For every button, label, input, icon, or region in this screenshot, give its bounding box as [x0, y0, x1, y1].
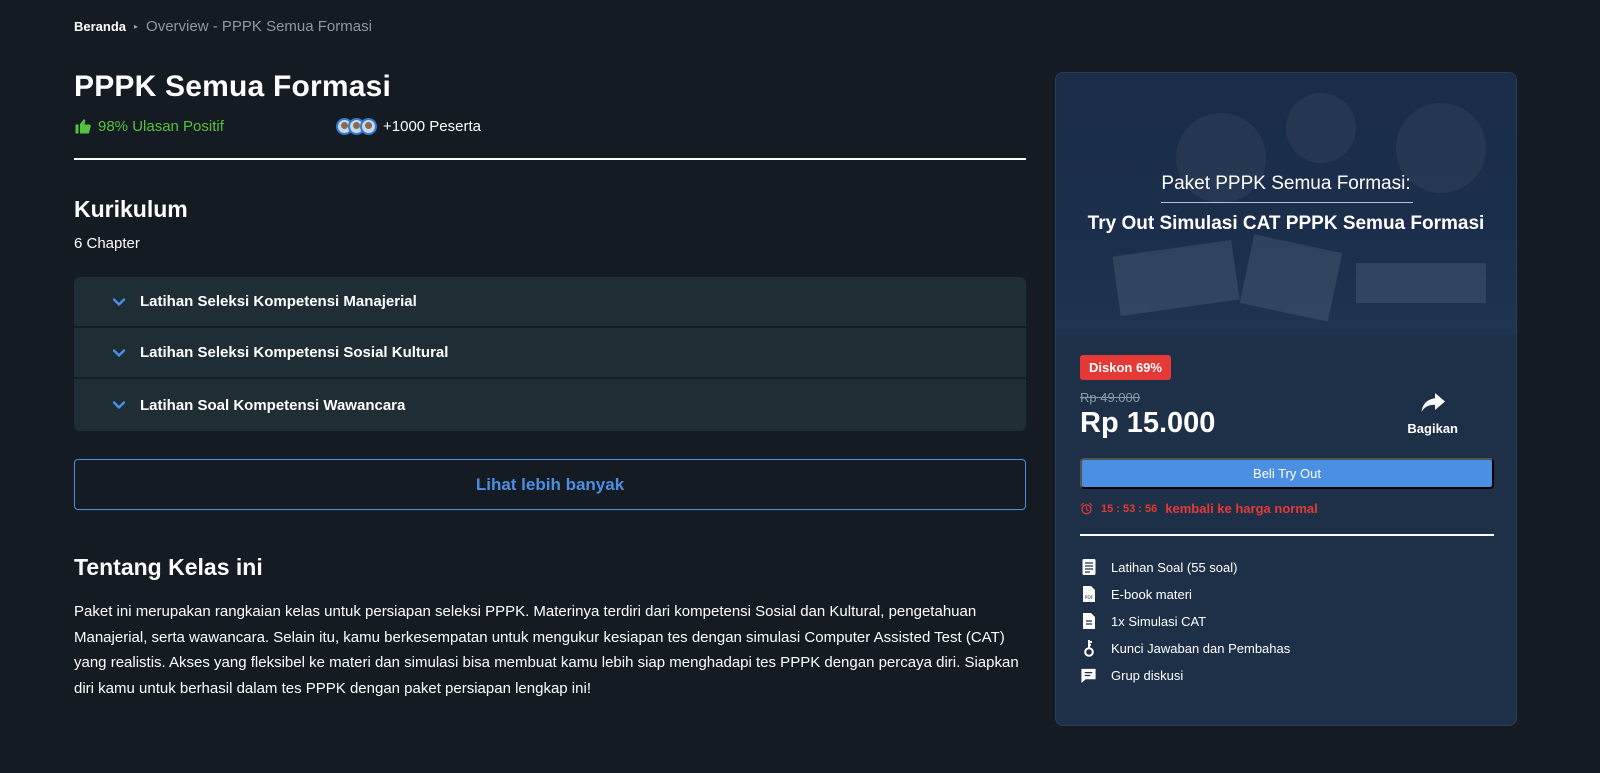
accordion-item-sosial-kultural[interactable]: Latihan Seleksi Kompetensi Sosial Kultur…: [74, 328, 1026, 379]
about-title: Tentang Kelas ini: [74, 554, 263, 580]
breadcrumb-separator-icon: ▸: [134, 22, 139, 31]
card-body: Diskon 69% Rp 49.000 Rp 15.000 Bagikan B…: [1056, 335, 1516, 684]
feature-item: PDF E-book materi: [1080, 585, 1492, 603]
discount-badge: Diskon 69%: [1080, 355, 1171, 380]
feature-list: Latihan Soal (55 soal) PDF E-book materi…: [1080, 558, 1492, 684]
breadcrumb-current: Overview - PPPK Semua Formasi: [146, 18, 372, 35]
about-section: Tentang Kelas ini Paket ini merupakan ra…: [74, 554, 1026, 701]
discount-timer: 15 : 53 : 56 kembali ke harga normal: [1080, 501, 1492, 516]
rating-label: 98% Ulasan Positif: [98, 117, 224, 135]
chevron-down-icon: [112, 398, 126, 412]
breadcrumb-home-link[interactable]: Beranda: [74, 19, 126, 34]
feature-label: Kunci Jawaban dan Pembahas: [1111, 640, 1291, 656]
feature-item: Latihan Soal (55 soal): [1080, 558, 1492, 576]
timer-value: 15 : 53 : 56: [1101, 502, 1158, 515]
alarm-clock-icon: [1080, 502, 1093, 515]
accordion-item-manajerial[interactable]: Latihan Seleksi Kompetensi Manajerial: [74, 277, 1026, 328]
accordion-item-label: Latihan Soal Kompetensi Wawancara: [140, 396, 406, 414]
chevron-down-icon: [112, 295, 126, 309]
feature-item: Grup diskusi: [1080, 666, 1492, 684]
share-icon: [1421, 393, 1445, 412]
share-label: Bagikan: [1407, 421, 1458, 436]
feature-label: Latihan Soal (55 soal): [1111, 559, 1238, 575]
participant-avatars: [336, 117, 377, 135]
timer-text: kembali ke harga normal: [1165, 501, 1318, 516]
file-icon: [1080, 612, 1097, 630]
accordion-item-label: Latihan Seleksi Kompetensi Manajerial: [140, 293, 417, 310]
banner-title: Try Out Simulasi CAT PPPK Semua Formasi: [1087, 213, 1485, 234]
feature-label: 1x Simulasi CAT: [1111, 613, 1207, 629]
show-more-button[interactable]: Lihat lebih banyak: [74, 459, 1026, 510]
product-banner: Paket PPPK Semua Formasi: Try Out Simula…: [1056, 73, 1516, 335]
feature-label: E-book materi: [1111, 586, 1192, 602]
key-icon: [1080, 639, 1097, 657]
buy-tryout-button[interactable]: Beli Try Out: [1080, 458, 1494, 489]
feature-label: Grup diskusi: [1111, 667, 1184, 683]
card-divider: [1080, 534, 1494, 536]
banner-subtitle: Paket PPPK Semua Formasi:: [1161, 173, 1411, 194]
chevron-down-icon: [112, 346, 126, 360]
banner-divider: [1161, 202, 1413, 203]
chapter-count: 6 Chapter: [74, 235, 140, 252]
document-icon: [1080, 558, 1097, 576]
share-button[interactable]: Bagikan: [1407, 391, 1458, 436]
about-text: Paket ini merupakan rangkaian kelas untu…: [74, 603, 1019, 697]
curriculum-section: Kurikulum 6 Chapter Latihan Seleksi Komp…: [74, 196, 1026, 510]
main-content: PPPK Semua Formasi 98% Ulasan Positif +1…: [74, 70, 1026, 701]
purchase-card: Paket PPPK Semua Formasi: Try Out Simula…: [1055, 72, 1517, 726]
feature-item: 1x Simulasi CAT: [1080, 612, 1492, 630]
svg-text:PDF: PDF: [1084, 595, 1093, 601]
participants-label: +1000 Peserta: [383, 117, 481, 135]
pdf-icon: PDF: [1080, 585, 1097, 603]
thumbs-up-icon: [75, 119, 91, 134]
curriculum-title: Kurikulum: [74, 196, 188, 222]
participants: +1000 Peserta: [336, 117, 481, 135]
breadcrumb: Beranda ▸ Overview - PPPK Semua Formasi: [74, 18, 372, 35]
header-divider: [74, 158, 1026, 160]
accordion-item-label: Latihan Seleksi Kompetensi Sosial Kultur…: [140, 344, 449, 361]
avatar: [360, 117, 377, 135]
meta-row: 98% Ulasan Positif +1000 Peserta: [74, 114, 1026, 138]
chat-icon: [1080, 666, 1097, 684]
curriculum-accordion: Latihan Seleksi Kompetensi Manajerial La…: [74, 277, 1026, 431]
feature-item: Kunci Jawaban dan Pembahas: [1080, 639, 1492, 657]
rating: 98% Ulasan Positif: [74, 117, 336, 135]
accordion-item-wawancara[interactable]: Latihan Soal Kompetensi Wawancara: [74, 379, 1026, 431]
page-title: PPPK Semua Formasi: [74, 70, 392, 103]
